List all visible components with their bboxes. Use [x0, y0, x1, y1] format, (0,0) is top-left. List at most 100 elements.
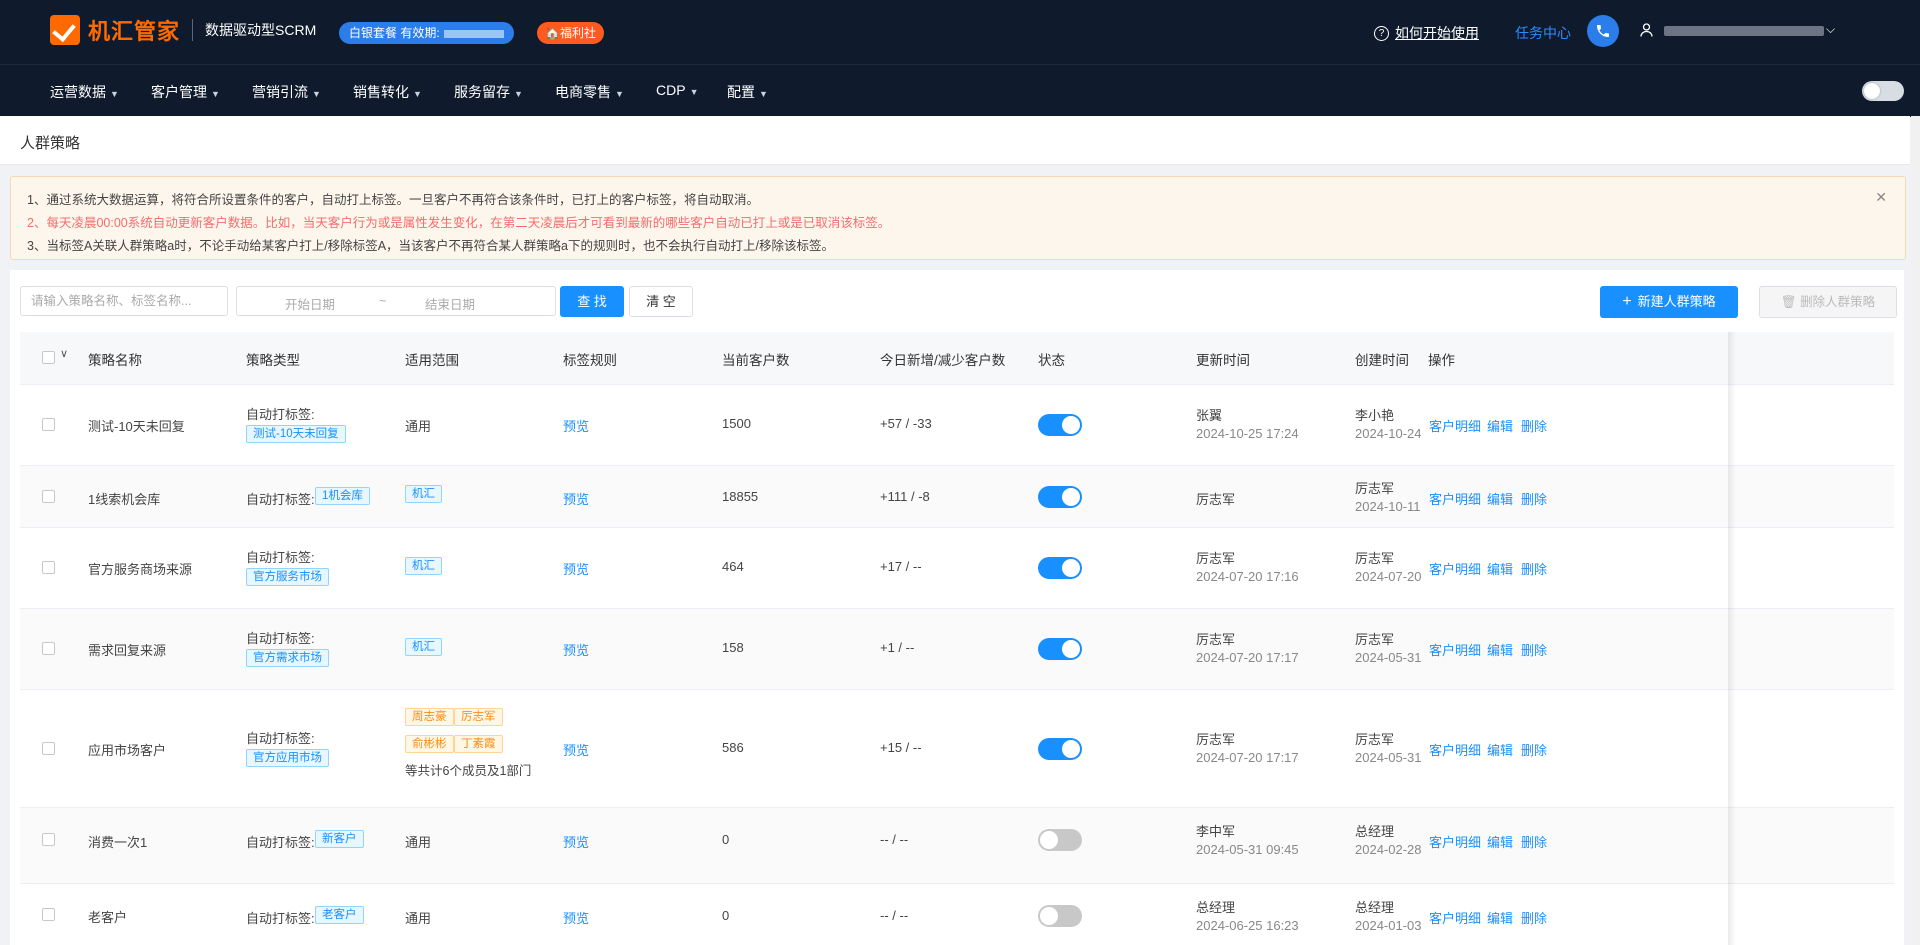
row-checkbox[interactable] — [42, 418, 55, 431]
row-checkbox[interactable] — [42, 642, 55, 655]
delete-link[interactable]: 删除 — [1521, 640, 1547, 659]
chevron-down-icon: ▼ — [514, 89, 523, 99]
updated-at: 2024-07-20 17:16 — [1196, 569, 1299, 584]
edit-link[interactable]: 编辑 — [1487, 416, 1513, 435]
daily-delta: +57 / -33 — [880, 416, 932, 431]
row-checkbox[interactable] — [42, 833, 55, 846]
clear-button[interactable]: 清 空 — [629, 286, 693, 317]
theme-toggle[interactable] — [1862, 81, 1904, 101]
status-toggle[interactable] — [1038, 829, 1082, 851]
page-scrollbar[interactable] — [1911, 116, 1920, 945]
customer-detail-link[interactable]: 客户明细 — [1429, 489, 1481, 508]
help-link[interactable]: ? 如何开始使用 — [1374, 23, 1479, 43]
created-at: 2024-05-31 — [1355, 750, 1422, 765]
rule-preview-link[interactable]: 预览 — [563, 832, 589, 851]
nav-item-marketing[interactable]: 营销引流 ▼ — [252, 82, 321, 102]
chevron-down-icon[interactable]: ∨ — [60, 347, 68, 360]
edit-link[interactable]: 编辑 — [1487, 908, 1513, 927]
customer-detail-link[interactable]: 客户明细 — [1429, 832, 1481, 851]
delete-link[interactable]: 删除 — [1521, 489, 1547, 508]
rule-preview-link[interactable]: 预览 — [563, 559, 589, 578]
type-label: 自动打标签: — [246, 550, 315, 565]
daily-delta: -- / -- — [880, 908, 909, 923]
customer-detail-link[interactable]: 客户明细 — [1429, 640, 1481, 659]
table-row: 1线索机会库 自动打标签: 1机会库 机汇 预览 18855 +111 / -8… — [20, 466, 1894, 528]
chevron-down-icon: ▼ — [312, 89, 321, 99]
welfare-badge[interactable]: 🏠福利社 — [537, 22, 604, 44]
rule-preview-link[interactable]: 预览 — [563, 908, 589, 927]
rule-preview-link[interactable]: 预览 — [563, 740, 589, 759]
edit-link[interactable]: 编辑 — [1487, 740, 1513, 759]
status-toggle[interactable] — [1038, 414, 1082, 436]
rule-preview-link[interactable]: 预览 — [563, 489, 589, 508]
close-icon[interactable]: ✕ — [1875, 189, 1887, 206]
customer-detail-link[interactable]: 客户明细 — [1429, 908, 1481, 927]
rule-preview-link[interactable]: 预览 — [563, 640, 589, 659]
search-input[interactable]: 请输入策略名称、标签名称... — [20, 286, 228, 316]
nav-item-sales[interactable]: 销售转化 ▼ — [353, 82, 422, 102]
nav-item-customers[interactable]: 客户管理 ▼ — [151, 82, 220, 102]
row-checkbox[interactable] — [42, 490, 55, 503]
nav-item-service[interactable]: 服务留存 ▼ — [454, 82, 523, 102]
row-checkbox[interactable] — [42, 908, 55, 921]
product-subtitle: 数据驱动型SCRM — [205, 22, 317, 38]
status-toggle[interactable] — [1038, 557, 1082, 579]
status-toggle[interactable] — [1038, 486, 1082, 508]
delete-strategy-button[interactable]: 🗑 删除人群策略 — [1759, 286, 1897, 318]
updated-by: 总经理 — [1196, 900, 1236, 915]
customer-detail-link[interactable]: 客户明细 — [1429, 740, 1481, 759]
chevron-down-icon: ▼ — [413, 89, 422, 99]
status-toggle[interactable] — [1038, 905, 1082, 927]
daily-delta: +1 / -- — [880, 640, 915, 655]
chevron-down-icon[interactable]: ⌵ — [1826, 22, 1835, 37]
created-by: 总经理 — [1355, 824, 1395, 839]
delete-link[interactable]: 删除 — [1521, 559, 1547, 578]
logo[interactable]: 机汇管家 数据驱动型SCRM — [50, 14, 316, 46]
edit-link[interactable]: 编辑 — [1487, 640, 1513, 659]
rule-preview-link[interactable]: 预览 — [563, 416, 589, 435]
type-tag: 官方需求市场 — [246, 649, 329, 667]
new-strategy-button[interactable]: + 新建人群策略 — [1600, 286, 1738, 318]
daily-delta: +17 / -- — [880, 559, 922, 574]
delete-link[interactable]: 删除 — [1521, 908, 1547, 927]
date-range-picker[interactable]: 开始日期 ~ 结束日期 — [236, 286, 556, 316]
type-label: 自动打标签: — [246, 731, 315, 746]
fixed-column-shadow — [1728, 332, 1736, 945]
nav-item-cdp[interactable]: CDP ▼ — [656, 82, 698, 98]
edit-link[interactable]: 编辑 — [1487, 832, 1513, 851]
customer-detail-link[interactable]: 客户明细 — [1429, 559, 1481, 578]
header-actions: 操作 — [1428, 353, 1455, 368]
created-by: 厉志军 — [1355, 551, 1395, 566]
package-badge[interactable]: 白银套餐 有效期: — [339, 22, 514, 44]
strategy-name: 应用市场客户 — [88, 743, 167, 758]
query-button[interactable]: 查 找 — [560, 286, 624, 317]
updated-by: 厉志军 — [1196, 492, 1236, 507]
updated-by: 厉志军 — [1196, 732, 1236, 747]
type-tag: 官方应用市场 — [246, 749, 329, 767]
customer-detail-link[interactable]: 客户明细 — [1429, 416, 1481, 435]
delete-link[interactable]: 删除 — [1521, 416, 1547, 435]
user-name-redacted[interactable] — [1664, 26, 1824, 36]
row-checkbox[interactable] — [42, 742, 55, 755]
nav-item-config[interactable]: 配置 ▼ — [727, 82, 768, 102]
header-status: 状态 — [1038, 353, 1065, 368]
plus-icon: + — [1622, 293, 1632, 310]
delete-link[interactable]: 删除 — [1521, 832, 1547, 851]
nav-item-ecommerce[interactable]: 电商零售 ▼ — [555, 82, 624, 102]
phone-icon[interactable] — [1587, 15, 1619, 47]
status-toggle[interactable] — [1038, 738, 1082, 760]
edit-link[interactable]: 编辑 — [1487, 489, 1513, 508]
table-row: 需求回复来源 自动打标签: 官方需求市场 机汇 预览 158 +1 / -- 厉… — [20, 609, 1894, 690]
row-checkbox[interactable] — [42, 561, 55, 574]
notice-line-1: 1、通过系统大数据运算，将符合所设置条件的客户，自动打上标签。一旦客户不再符合该… — [27, 193, 759, 207]
select-all-checkbox[interactable] — [42, 351, 55, 364]
status-toggle[interactable] — [1038, 638, 1082, 660]
delete-link[interactable]: 删除 — [1521, 740, 1547, 759]
edit-link[interactable]: 编辑 — [1487, 559, 1513, 578]
task-center-link[interactable]: 任务中心 — [1515, 23, 1571, 43]
strategy-name: 老客户 — [88, 910, 128, 925]
customer-count: 586 — [722, 740, 744, 755]
nav-item-ops-data[interactable]: 运营数据 ▼ — [50, 82, 119, 102]
page-title: 人群策略 — [20, 135, 81, 152]
table-row: 应用市场客户 自动打标签: 官方应用市场 周志豪 厉志军 俞彬彬 丁素霞 等共计… — [20, 690, 1894, 808]
